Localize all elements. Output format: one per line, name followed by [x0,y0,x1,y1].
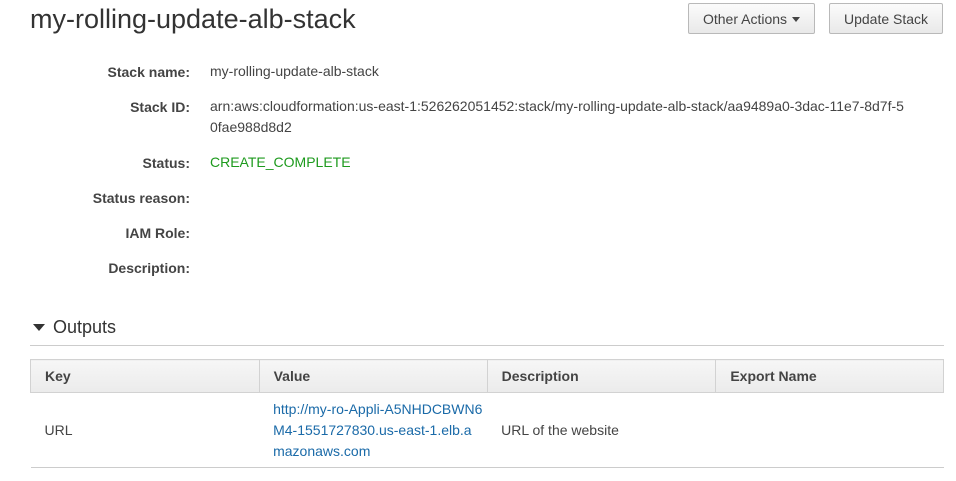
status-value: CREATE_COMPLETE [210,154,351,170]
status-label: Status: [142,155,190,171]
update-stack-button[interactable]: Update Stack [829,3,943,34]
output-export-name-cell [715,392,944,468]
outputs-section-toggle[interactable]: Outputs [33,317,116,338]
other-actions-button[interactable]: Other Actions [688,3,815,34]
outputs-table: Key Value Description Export Name URL ht… [30,359,944,468]
update-stack-label: Update Stack [843,10,929,27]
stack-name-value: my-rolling-update-alb-stack [210,63,379,79]
collapse-triangle-icon [33,324,45,331]
outputs-section-title: Outputs [53,317,117,337]
iam-role-label: IAM Role: [125,225,190,241]
page-title: my-rolling-update-alb-stack [30,4,356,34]
column-header-export-name[interactable]: Export Name [715,359,944,393]
table-row: URL http://my-ro-Appli-A5NHDCBWN6M4-1551… [30,392,944,468]
caret-down-icon [792,16,801,22]
section-divider [30,345,944,346]
output-url-link[interactable]: http://my-ro-Appli-A5NHDCBWN6M4-15517278… [273,399,483,462]
column-header-key[interactable]: Key [30,359,260,393]
column-header-description[interactable]: Description [486,359,717,393]
output-key-cell: URL [30,392,260,468]
other-actions-label: Other Actions [702,10,788,27]
output-value-cell: http://my-ro-Appli-A5NHDCBWN6M4-15517278… [259,392,488,468]
description-label: Description: [108,260,190,276]
stack-id-value: arn:aws:cloudformation:us-east-1:5262620… [210,98,904,135]
status-reason-label: Status reason: [92,190,190,206]
output-description-cell: URL of the website [487,392,716,468]
table-header-row: Key Value Description Export Name [30,359,944,393]
stack-name-label: Stack name: [107,64,190,80]
column-header-value[interactable]: Value [258,359,488,393]
stack-id-label: Stack ID: [130,99,190,115]
